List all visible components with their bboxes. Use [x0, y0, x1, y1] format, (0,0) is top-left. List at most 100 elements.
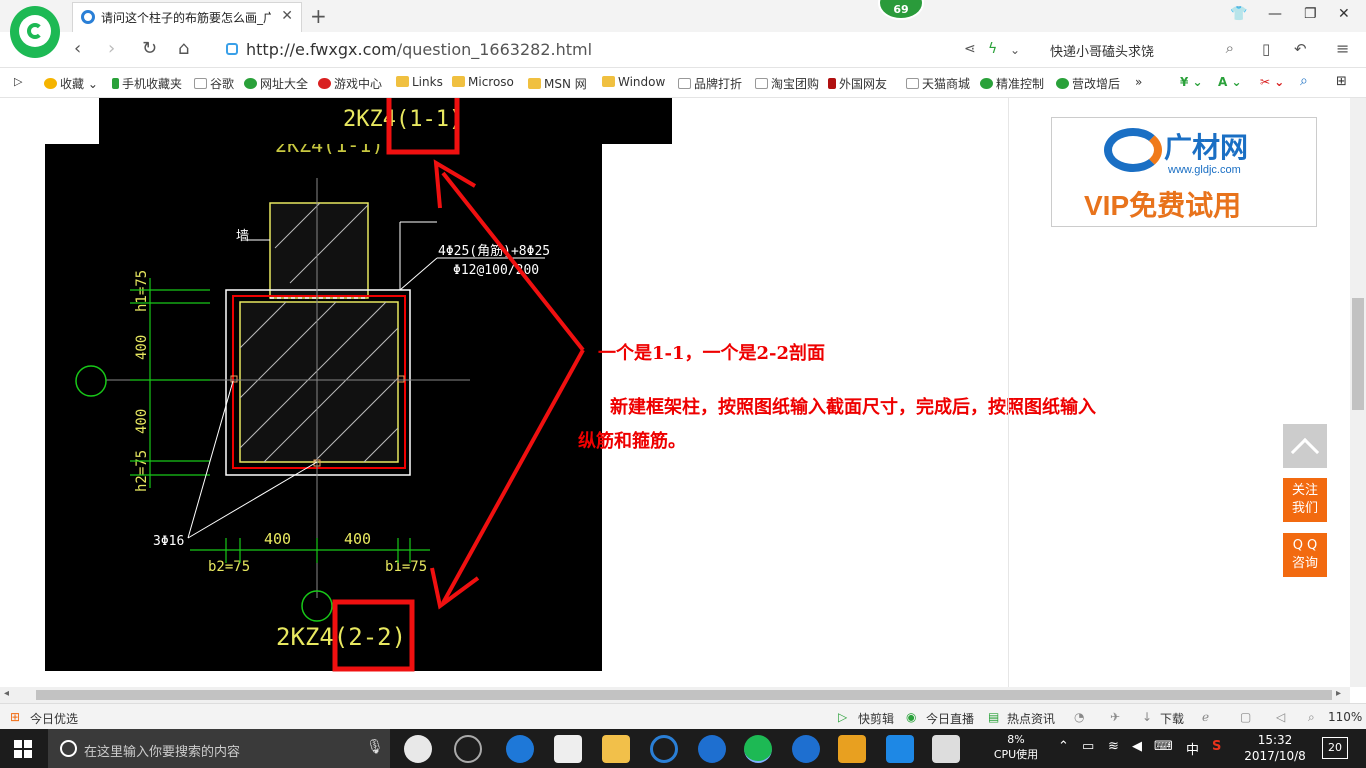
- apps-icon[interactable]: ⊞: [1336, 74, 1347, 89]
- bookmark-item[interactable]: 天猫商城: [906, 75, 970, 92]
- play-icon[interactable]: ◉: [906, 710, 916, 724]
- maximize-button[interactable]: ❐: [1304, 6, 1317, 22]
- clock[interactable]: 15:32 2017/10/8: [1240, 732, 1310, 764]
- status-today-picks[interactable]: 今日优选: [30, 710, 78, 727]
- bookmark-item[interactable]: 淘宝团购: [755, 75, 819, 92]
- back-to-top-button[interactable]: [1283, 424, 1327, 468]
- new-tab-button[interactable]: +: [310, 4, 327, 28]
- search-box[interactable]: 快递小哥磕头求饶 ⌕: [1040, 37, 1240, 63]
- wifi-icon[interactable]: ≋: [1108, 739, 1119, 754]
- sogou-icon[interactable]: S: [1212, 739, 1221, 754]
- cpu-usage[interactable]: 8% CPU使用: [990, 732, 1042, 762]
- bookmark-item[interactable]: 游戏中心: [318, 75, 382, 92]
- search-icon[interactable]: ⌕: [1300, 73, 1308, 89]
- translate-icon[interactable]: A ⌄: [1218, 75, 1242, 89]
- taskbar-search[interactable]: 在这里输入你要搜索的内容 🎙: [48, 729, 390, 768]
- chevron-down-icon[interactable]: ⌄: [1010, 43, 1020, 57]
- address-bar[interactable]: http://e.fwxgx.com/question_1663282.html: [220, 37, 1020, 63]
- phone-icon[interactable]: ▯: [1262, 40, 1270, 58]
- speed-icon[interactable]: ◔: [1074, 710, 1084, 724]
- pinwheel-app-icon[interactable]: [404, 735, 432, 763]
- ime-indicator[interactable]: 中: [1186, 739, 1199, 758]
- edge-icon[interactable]: [506, 735, 534, 763]
- bookmark-item[interactable]: 营改增后: [1056, 75, 1120, 92]
- file-explorer-icon[interactable]: [602, 735, 630, 763]
- close-window-button[interactable]: ✕: [1338, 6, 1350, 22]
- glodon-app-icon[interactable]: [698, 735, 726, 763]
- notepad-icon[interactable]: [838, 735, 866, 763]
- follow-us-button[interactable]: 关注 我们: [1283, 478, 1327, 522]
- download-icon[interactable]: ↓: [1142, 710, 1152, 724]
- help-app-icon[interactable]: [932, 735, 960, 763]
- scissors-icon[interactable]: ✂ ⌄: [1260, 75, 1284, 89]
- qq-consult-button[interactable]: Q Q 咨询: [1283, 533, 1327, 577]
- sidebar-toggle-icon[interactable]: ▷: [14, 75, 22, 88]
- pin-icon[interactable]: ✈: [1110, 710, 1120, 724]
- share-icon[interactable]: ⋖: [964, 41, 976, 57]
- browser-tab[interactable]: 请问这个柱子的布筋要怎么画_广 ✕: [72, 2, 302, 32]
- keyboard-icon[interactable]: ⌨: [1154, 739, 1173, 754]
- minimize-button[interactable]: —: [1268, 6, 1282, 22]
- ie-mode-icon[interactable]: ℯ: [1202, 710, 1209, 724]
- bookmark-item[interactable]: 精准控制: [980, 75, 1044, 92]
- microphone-icon[interactable]: 🎙: [366, 739, 384, 755]
- windows-start-icon[interactable]: [14, 740, 32, 758]
- bookmark-item[interactable]: MSN 网: [528, 75, 587, 92]
- brand-logo-icon: [1104, 128, 1162, 172]
- zoom-icon[interactable]: ⌕: [1308, 710, 1315, 725]
- search-icon[interactable]: ⌕: [1226, 39, 1234, 57]
- globe-icon: [244, 78, 257, 89]
- skin-icon[interactable]: 👕: [1230, 6, 1247, 22]
- news-icon[interactable]: ▤: [988, 710, 999, 724]
- menu-icon[interactable]: ≡: [1336, 39, 1349, 58]
- scroll-thumb[interactable]: [36, 690, 1332, 700]
- gift-icon[interactable]: ⊞: [10, 710, 20, 724]
- status-hot-news[interactable]: 热点资讯: [1007, 710, 1055, 727]
- zoom-level[interactable]: 110%: [1328, 710, 1362, 724]
- shield-icon[interactable]: ¥ ⌄: [1180, 75, 1203, 89]
- tab-close-icon[interactable]: ✕: [281, 8, 293, 24]
- status-download[interactable]: 下载: [1160, 710, 1184, 727]
- browser-taskbar-icon[interactable]: [744, 735, 772, 763]
- bookmark-item[interactable]: 手机收藏夹: [112, 75, 182, 92]
- back-icon[interactable]: ‹: [74, 38, 81, 59]
- chevron-up-icon[interactable]: ⌃: [1058, 739, 1069, 754]
- forward-icon[interactable]: ›: [108, 38, 115, 59]
- notification-badge[interactable]: 69: [878, 0, 924, 20]
- bookmark-item[interactable]: 外国网友: [828, 75, 887, 92]
- ad-banner[interactable]: 广材网 www.gldjc.com VIP免费试用: [1051, 117, 1317, 227]
- action-center-icon[interactable]: 20: [1322, 737, 1348, 759]
- store-icon[interactable]: [554, 735, 582, 763]
- vertical-scrollbar[interactable]: [1350, 98, 1366, 687]
- more-bookmarks-icon[interactable]: »: [1135, 75, 1142, 89]
- horizontal-scrollbar[interactable]: ◂ ▸: [0, 687, 1350, 703]
- status-kuaijianji[interactable]: 快剪辑: [858, 710, 894, 727]
- bookmark-item[interactable]: 网址大全: [244, 75, 308, 92]
- volume-icon[interactable]: ◀: [1132, 739, 1142, 754]
- network-icon[interactable]: ▭: [1082, 739, 1094, 754]
- bookmark-item[interactable]: 收藏 ⌄: [44, 75, 98, 92]
- page-icon: [755, 78, 768, 89]
- glodon-app-icon[interactable]: [792, 735, 820, 763]
- plus-app-icon[interactable]: [886, 735, 914, 763]
- bookmark-item[interactable]: 品牌打折: [678, 75, 742, 92]
- sound-icon[interactable]: ◁: [1276, 710, 1285, 724]
- browser-logo[interactable]: [10, 6, 60, 58]
- bookmark-item[interactable]: Microso: [452, 75, 514, 89]
- bookmark-item[interactable]: 谷歌: [194, 75, 234, 92]
- undo-icon[interactable]: ↶: [1294, 40, 1307, 58]
- scroll-left-icon[interactable]: ◂: [4, 688, 9, 699]
- swirl-app-icon[interactable]: [454, 735, 482, 763]
- lightning-icon[interactable]: ϟ: [988, 41, 997, 57]
- video-edit-icon[interactable]: ▷: [838, 710, 847, 724]
- ie-icon[interactable]: [650, 735, 678, 763]
- bookmark-item[interactable]: Window: [602, 75, 665, 89]
- status-live[interactable]: 今日直播: [926, 710, 974, 727]
- home-icon[interactable]: ⌂: [178, 38, 189, 59]
- star-icon: [44, 78, 57, 89]
- refresh-icon[interactable]: ↻: [142, 38, 157, 59]
- bookmark-item[interactable]: Links: [396, 75, 443, 89]
- scroll-thumb[interactable]: [1352, 298, 1364, 410]
- scroll-right-icon[interactable]: ▸: [1336, 688, 1341, 699]
- window-icon[interactable]: ▢: [1240, 710, 1251, 724]
